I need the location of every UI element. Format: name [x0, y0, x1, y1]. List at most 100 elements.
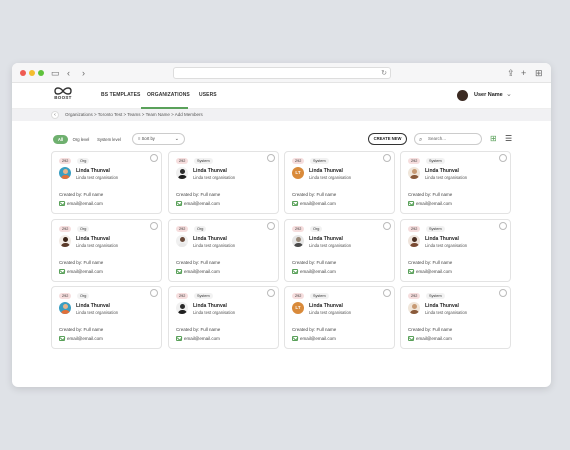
minimize-window-button[interactable] — [29, 70, 35, 76]
member-email[interactable]: email@email.com — [416, 336, 452, 341]
member-card[interactable]: 292 Org Linda Thunval Linda test organis… — [168, 219, 279, 282]
member-card[interactable]: 292 Org Linda Thunval Linda test organis… — [51, 219, 162, 282]
created-by: Created by: Full name — [408, 192, 453, 197]
created-by: Created by: Full name — [176, 260, 221, 265]
member-organisation: Linda test organisation — [309, 310, 352, 315]
select-checkbox[interactable] — [499, 289, 507, 297]
member-organisation: Linda test organisation — [309, 243, 352, 248]
created-by: Created by: Full name — [176, 327, 221, 332]
back-arrow-icon[interactable]: ‹ — [67, 67, 70, 79]
id-badge: 292 — [176, 226, 189, 232]
select-checkbox[interactable] — [267, 154, 275, 162]
member-organisation: Linda test organisation — [76, 175, 119, 180]
tab-overview-icon[interactable]: ⊞ — [535, 67, 543, 79]
member-card[interactable]: 292 Org Linda Thunval Linda test organis… — [51, 151, 162, 214]
avatar — [176, 235, 188, 247]
member-card[interactable]: 292 System Linda Thunval Linda test orga… — [400, 219, 511, 282]
avatar — [176, 167, 188, 179]
member-name: Linda Thunval — [309, 303, 343, 309]
select-checkbox[interactable] — [267, 222, 275, 230]
member-email[interactable]: email@email.com — [416, 201, 452, 206]
member-organisation: Linda test organisation — [425, 175, 468, 180]
member-email[interactable]: email@email.com — [184, 336, 220, 341]
select-checkbox[interactable] — [150, 222, 158, 230]
user-name[interactable]: User Name — [474, 92, 503, 98]
avatar — [408, 235, 420, 247]
select-checkbox[interactable] — [383, 222, 391, 230]
select-checkbox[interactable] — [267, 289, 275, 297]
user-avatar[interactable] — [457, 90, 468, 101]
list-view-icon[interactable]: ☰ — [505, 135, 512, 143]
nav-organizations[interactable]: ORGANIZATIONS — [147, 92, 190, 98]
created-by: Created by: Full name — [408, 260, 453, 265]
forward-arrow-icon[interactable]: › — [82, 67, 85, 79]
search-input[interactable]: ⌕ Search... — [414, 133, 482, 145]
type-badge: Org — [77, 293, 90, 299]
select-checkbox[interactable] — [383, 289, 391, 297]
member-email[interactable]: email@email.com — [184, 269, 220, 274]
member-email[interactable]: email@email.com — [300, 269, 336, 274]
search-placeholder: Search... — [428, 136, 447, 141]
member-card[interactable]: 292 System Linda Thunval Linda test orga… — [400, 151, 511, 214]
maximize-window-button[interactable] — [38, 70, 44, 76]
avatar — [408, 302, 420, 314]
member-name: Linda Thunval — [76, 303, 110, 309]
created-by: Created by: Full name — [408, 327, 453, 332]
member-card[interactable]: 292 System Linda Thunval Linda test orga… — [400, 286, 511, 349]
type-badge: System — [426, 293, 445, 299]
sidebar-icon[interactable]: ▭ — [51, 67, 60, 79]
breadcrumb: ‹ Organizations > Toronto Test > Teams >… — [12, 109, 551, 121]
member-email[interactable]: email@email.com — [300, 201, 336, 206]
chevron-down-icon[interactable]: ⌄ — [506, 90, 512, 98]
share-icon[interactable]: ⇪ — [507, 67, 515, 79]
create-new-button[interactable]: CREATE NEW — [368, 133, 407, 145]
mail-icon — [292, 269, 298, 274]
grid-view-icon[interactable]: ⊞ — [490, 135, 497, 143]
member-name: Linda Thunval — [309, 168, 343, 174]
mail-icon — [176, 201, 182, 206]
member-card[interactable]: 292 System Linda Thunval Linda test orga… — [168, 151, 279, 214]
select-checkbox[interactable] — [499, 154, 507, 162]
filter-org-level[interactable]: Org level — [70, 135, 92, 144]
avatar — [59, 167, 71, 179]
member-email[interactable]: email@email.com — [184, 201, 220, 206]
sort-dropdown[interactable]: ≡ Sort by ⌄ — [132, 133, 185, 145]
member-name: Linda Thunval — [76, 236, 110, 242]
sort-label: Sort by — [141, 136, 155, 141]
created-by: Created by: Full name — [59, 192, 104, 197]
member-card[interactable]: 292 System Linda Thunval Linda test orga… — [168, 286, 279, 349]
avatar-initials: LT — [295, 170, 301, 175]
close-window-button[interactable] — [20, 70, 26, 76]
member-card[interactable]: 292 Org Linda Thunval Linda test organis… — [284, 219, 395, 282]
id-badge: 292 — [59, 293, 72, 299]
type-badge: System — [426, 226, 445, 232]
mail-icon — [59, 269, 65, 274]
member-email[interactable]: email@email.com — [416, 269, 452, 274]
member-email[interactable]: email@email.com — [300, 336, 336, 341]
member-email[interactable]: email@email.com — [67, 336, 103, 341]
select-checkbox[interactable] — [150, 289, 158, 297]
member-card[interactable]: 292 System LT Linda Thunval Linda test o… — [284, 151, 395, 214]
reload-icon[interactable]: ↻ — [381, 68, 387, 79]
breadcrumb-text[interactable]: Organizations > Toronto Test > Teams > T… — [65, 112, 203, 117]
nav-bs-templates[interactable]: BS TEMPLATES — [101, 92, 140, 98]
member-email[interactable]: email@email.com — [67, 269, 103, 274]
member-name: Linda Thunval — [425, 168, 459, 174]
member-card[interactable]: 292 System LT Linda Thunval Linda test o… — [284, 286, 395, 349]
new-tab-icon[interactable]: + — [521, 67, 526, 79]
filter-system-level[interactable]: System level — [94, 135, 124, 144]
id-badge: 292 — [408, 226, 421, 232]
select-checkbox[interactable] — [383, 154, 391, 162]
back-button[interactable]: ‹ — [51, 111, 59, 119]
created-by: Created by: Full name — [292, 260, 337, 265]
member-card[interactable]: 292 Org Linda Thunval Linda test organis… — [51, 286, 162, 349]
nav-users[interactable]: USERS — [199, 92, 217, 98]
select-checkbox[interactable] — [150, 154, 158, 162]
address-bar[interactable]: ↻ — [173, 67, 391, 79]
search-icon: ⌕ — [419, 137, 423, 143]
select-checkbox[interactable] — [499, 222, 507, 230]
member-email[interactable]: email@email.com — [67, 201, 103, 206]
mail-icon — [59, 201, 65, 206]
boost-logo[interactable]: BOOST — [51, 86, 75, 100]
filter-all[interactable]: All — [53, 135, 68, 144]
